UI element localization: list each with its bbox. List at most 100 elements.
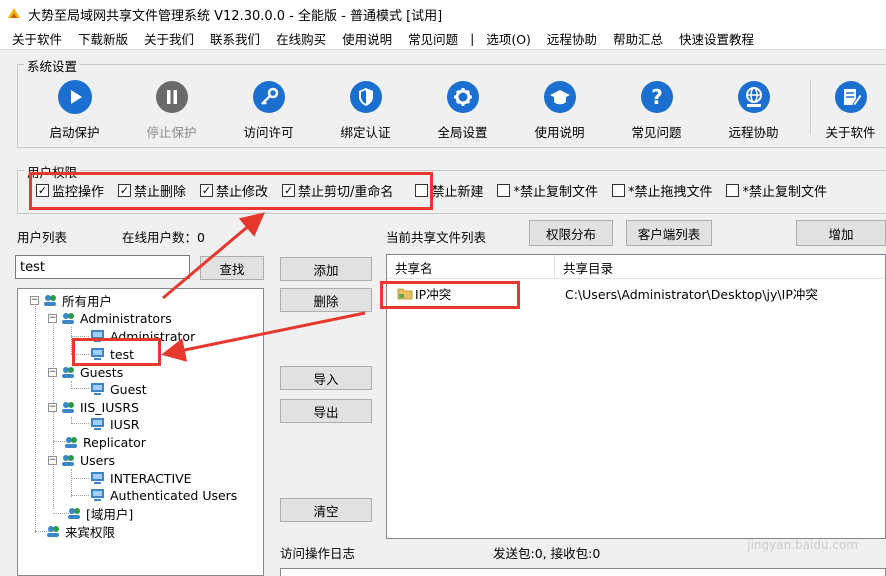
- add-share-button[interactable]: 增加: [796, 220, 886, 246]
- about-software-label: 关于软件: [825, 125, 876, 140]
- svg-text:?: ?: [651, 85, 663, 109]
- faq-button[interactable]: ? 常见问题: [608, 76, 705, 142]
- tree-node-domain-users[interactable]: [域用户]: [66, 504, 133, 522]
- tree-node-administrators[interactable]: − Administrators: [48, 309, 172, 327]
- add-button[interactable]: 添加: [280, 257, 372, 281]
- global-settings-button[interactable]: 全局设置: [414, 76, 511, 142]
- tree-node-iis-iusrs[interactable]: − IIS_IUSRS: [48, 398, 139, 416]
- menu-bar: 关于软件 下载新版 关于我们 联系我们 在线购买 使用说明 常见问题 | 选项(…: [0, 28, 886, 50]
- tree-line: [35, 301, 36, 533]
- pause-icon: [155, 80, 189, 114]
- clear-button[interactable]: 清空: [280, 498, 372, 522]
- menu-help-summary[interactable]: 帮助汇总: [605, 29, 671, 48]
- tree-node-label: IUSR: [110, 416, 140, 432]
- client-list-button[interactable]: 客户端列表: [626, 220, 712, 246]
- collapse-icon[interactable]: −: [48, 313, 57, 323]
- user-group-icon: [62, 455, 74, 466]
- menu-remote-help[interactable]: 远程协助: [539, 29, 605, 48]
- remote-help-button[interactable]: 远程协助: [705, 76, 802, 142]
- tree-line: [71, 423, 89, 424]
- tree-node-guest[interactable]: Guest: [90, 380, 147, 398]
- global-settings-label: 全局设置: [437, 125, 488, 140]
- tree-node-label: INTERACTIVE: [110, 470, 192, 486]
- tree-node-label: test: [110, 346, 135, 362]
- search-button[interactable]: 查找: [200, 256, 264, 280]
- stop-protection-button[interactable]: 停止保护: [123, 76, 220, 142]
- access-permission-button[interactable]: 访问许可: [220, 76, 317, 142]
- user-group-icon: [62, 313, 74, 324]
- menu-options[interactable]: 选项(O): [478, 29, 539, 48]
- tree-node-administrator[interactable]: Administrator: [90, 327, 195, 345]
- import-button[interactable]: 导入: [280, 366, 372, 390]
- collapse-icon[interactable]: −: [48, 367, 57, 377]
- table-row[interactable]: IP冲突 C:\Users\Administrator\Desktop\jy\I…: [387, 283, 885, 303]
- collapse-icon[interactable]: −: [48, 455, 57, 465]
- menu-faq[interactable]: 常见问题: [400, 29, 466, 48]
- column-share-name[interactable]: 共享名: [387, 255, 555, 279]
- tree-node-interactive[interactable]: INTERACTIVE: [90, 469, 192, 487]
- menu-instructions[interactable]: 使用说明: [334, 29, 400, 48]
- deny-drag-file-checkbox[interactable]: *禁止拖拽文件: [611, 181, 712, 200]
- graduation-cap-icon: [543, 80, 577, 114]
- menu-quick-setup[interactable]: 快速设置教程: [671, 29, 762, 48]
- tree-node-label: Replicator: [83, 434, 146, 450]
- tree-node-all-users[interactable]: − 所有用户: [30, 291, 112, 309]
- tree-node-guests[interactable]: − Guests: [48, 363, 123, 381]
- collapse-icon[interactable]: −: [30, 295, 39, 305]
- delete-button[interactable]: 删除: [280, 288, 372, 312]
- deny-create-checkbox[interactable]: 禁止新建: [415, 181, 483, 200]
- log-panel-edge: [280, 568, 886, 576]
- play-icon: [57, 80, 92, 114]
- menu-buy-online[interactable]: 在线购买: [268, 29, 334, 48]
- tree-node-label: IIS_IUSRS: [80, 399, 139, 415]
- window-title: 大势至局域网共享文件管理系统 V12.30.0.0 - 全能版 - 普通模式 […: [28, 8, 443, 24]
- globe-icon: [737, 80, 771, 114]
- key-icon: [252, 80, 286, 114]
- tree-node-label: Users: [80, 452, 116, 468]
- computer-user-icon: [91, 489, 104, 501]
- tree-node-test[interactable]: test: [90, 345, 134, 363]
- menu-about-software[interactable]: 关于软件: [4, 29, 70, 48]
- tree-node-iusr[interactable]: IUSR: [90, 415, 139, 433]
- tree-node-authenticated-users[interactable]: Authenticated Users: [90, 486, 237, 504]
- deny-modify-checkbox[interactable]: ✓ 禁止修改: [200, 181, 268, 200]
- column-share-path[interactable]: 共享目录: [555, 255, 886, 279]
- tree-line: [71, 381, 72, 387]
- export-button[interactable]: 导出: [280, 399, 372, 423]
- baidu-watermark-url: jingyan.baidu.com: [747, 538, 858, 552]
- toolbar: 启动保护 停止保护 访问许可 绑定认证 全局设置 使用说明 ? 常见问题 远程协…: [26, 76, 886, 142]
- permission-distribution-button[interactable]: 权限分布: [529, 220, 613, 246]
- permission-checkboxes: ✓ 监控操作 ✓ 禁止删除 ✓ 禁止修改 ✓ 禁止剪切/重命名 禁止新建 *禁止复制文件…: [36, 180, 841, 200]
- tree-line: [71, 388, 89, 389]
- about-software-button[interactable]: 关于软件: [802, 76, 886, 142]
- menu-download[interactable]: 下载新版: [70, 29, 136, 48]
- toolbar-separator: [810, 80, 811, 134]
- deny-cut-rename-label: 禁止剪切/重命名: [298, 184, 394, 200]
- bind-auth-button[interactable]: 绑定认证: [317, 76, 414, 142]
- deny-cut-rename-checkbox[interactable]: ✓ 禁止剪切/重命名: [282, 181, 393, 200]
- deny-copy-file-checkbox[interactable]: *禁止复制文件: [497, 181, 598, 200]
- menu-about-us[interactable]: 关于我们: [136, 29, 202, 48]
- instructions-button[interactable]: 使用说明: [511, 76, 608, 142]
- tree-node-users[interactable]: − Users: [48, 451, 115, 469]
- tree-line: [71, 469, 72, 497]
- user-tree[interactable]: − 所有用户 − Administrators Administrator te…: [17, 288, 264, 576]
- share-path-cell: C:\Users\Administrator\Desktop\jy\IP冲突: [565, 286, 818, 302]
- tree-node-label: Guests: [80, 364, 124, 380]
- deny-copy-file-2-checkbox[interactable]: *禁止复制文件: [726, 181, 827, 200]
- checkbox-box: ✓: [118, 183, 132, 197]
- collapse-icon[interactable]: −: [48, 402, 57, 412]
- tree-node-replicator[interactable]: Replicator: [63, 433, 146, 451]
- deny-create-label: 禁止新建: [431, 184, 484, 200]
- faq-label: 常见问题: [631, 125, 682, 140]
- tree-node-guest-permissions[interactable]: 来宾权限: [45, 522, 115, 540]
- bind-auth-label: 绑定认证: [340, 125, 391, 140]
- deny-delete-checkbox[interactable]: ✓ 禁止删除: [118, 181, 186, 200]
- monitor-ops-checkbox[interactable]: ✓ 监控操作: [36, 181, 104, 200]
- deny-delete-label: 禁止删除: [134, 184, 187, 200]
- start-protection-button[interactable]: 启动保护: [26, 76, 123, 142]
- user-search-input[interactable]: test: [15, 255, 190, 279]
- share-list-header: 共享名 共享目录: [387, 255, 885, 279]
- tree-node-label: [域用户]: [86, 506, 134, 522]
- menu-contact[interactable]: 联系我们: [202, 29, 268, 48]
